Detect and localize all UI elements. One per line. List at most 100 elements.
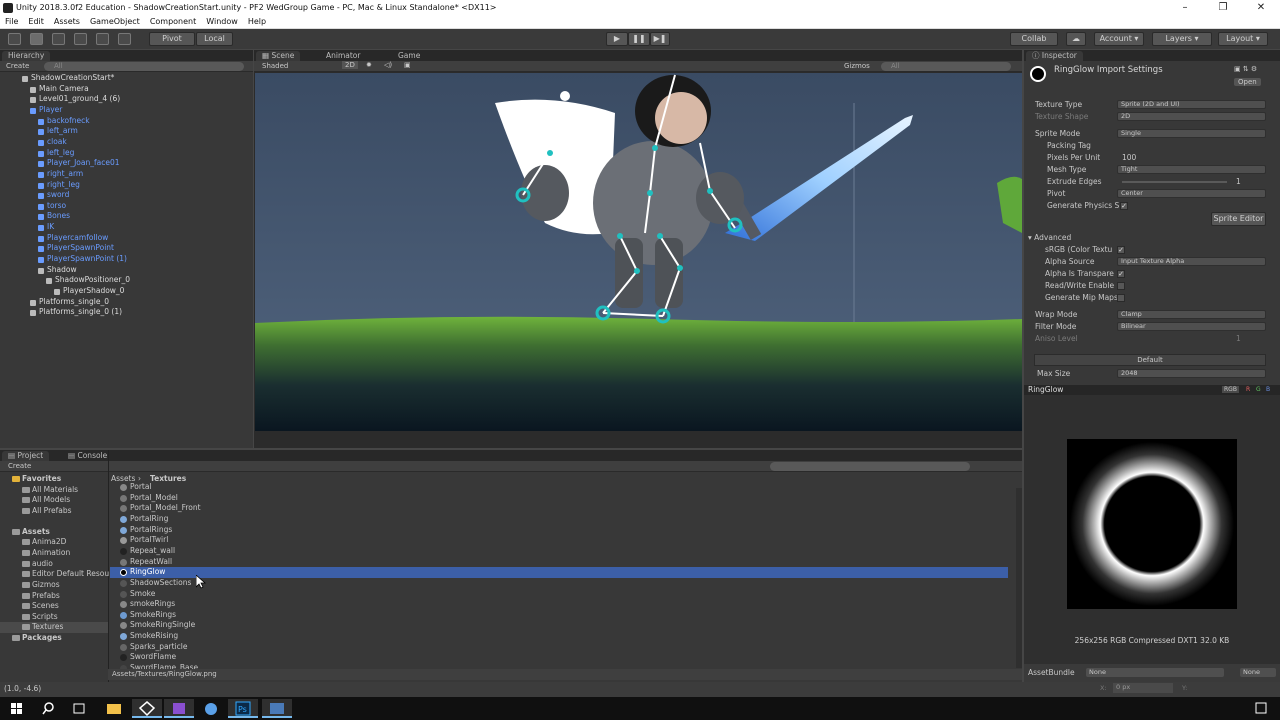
- play-button[interactable]: ▶: [606, 32, 628, 46]
- inspector-dropdown[interactable]: Single: [1117, 129, 1266, 138]
- menu-help[interactable]: Help: [243, 16, 271, 28]
- file-item[interactable]: RingGlow: [110, 567, 1008, 578]
- hierarchy-item[interactable]: Main Camera: [0, 84, 253, 95]
- file-item[interactable]: Portal_Model_Front: [110, 503, 1008, 514]
- channel-g[interactable]: G: [1256, 386, 1261, 393]
- tab-console[interactable]: ▤ Console: [62, 451, 113, 461]
- asset-folder[interactable]: Anima2D: [0, 537, 108, 548]
- local-toggle[interactable]: Local: [196, 32, 233, 46]
- channel-rgb[interactable]: RGB: [1222, 386, 1239, 393]
- favorite-item[interactable]: All Models: [0, 495, 108, 506]
- channel-b[interactable]: B: [1266, 386, 1270, 393]
- extrude-slider[interactable]: [1122, 181, 1227, 183]
- task-view-icon[interactable]: [64, 699, 94, 718]
- layout-dropdown[interactable]: Layout ▾: [1218, 32, 1268, 46]
- advanced-foldout[interactable]: ▾ Advanced: [1028, 233, 1071, 242]
- status-x-field[interactable]: 0 px: [1113, 683, 1173, 693]
- gizmos-dropdown[interactable]: Gizmos: [844, 62, 870, 70]
- menu-component[interactable]: Component: [145, 16, 201, 28]
- asset-folder[interactable]: Prefabs: [0, 591, 108, 602]
- pause-button[interactable]: ❚❚: [628, 32, 650, 46]
- menu-edit[interactable]: Edit: [23, 16, 49, 28]
- asset-folder[interactable]: audio: [0, 559, 108, 570]
- move-tool-icon[interactable]: [30, 33, 43, 45]
- hierarchy-item[interactable]: Playercamfollow: [0, 233, 253, 244]
- project-scrollbar[interactable]: [1016, 488, 1022, 668]
- file-item[interactable]: SmokeRising: [110, 631, 1008, 642]
- file-item[interactable]: Portal_Model: [110, 493, 1008, 504]
- advanced-checkbox[interactable]: [1117, 282, 1125, 290]
- file-item[interactable]: Sparks_particle: [110, 642, 1008, 653]
- transform-tool-icon[interactable]: [118, 33, 131, 45]
- menu-window[interactable]: Window: [201, 16, 243, 28]
- app-taskbar-icon[interactable]: [262, 699, 292, 718]
- favorite-item[interactable]: All Materials: [0, 485, 108, 496]
- tab-project[interactable]: ▤ Project: [2, 451, 50, 461]
- inspector-dropdown[interactable]: Sprite (2D and UI): [1117, 100, 1266, 109]
- favorite-item[interactable]: All Prefabs: [0, 506, 108, 517]
- asset-folder[interactable]: Gizmos: [0, 580, 108, 591]
- asset-folder[interactable]: Animation: [0, 548, 108, 559]
- tab-scene[interactable]: ▦ Scene: [256, 51, 301, 61]
- lighting-toggle-icon[interactable]: ✹: [366, 61, 372, 69]
- packages-folder[interactable]: Packages: [0, 633, 108, 644]
- cloud-button[interactable]: ☁: [1066, 32, 1086, 46]
- minimize-button[interactable]: –: [1166, 0, 1204, 16]
- file-item[interactable]: PortalRings: [110, 525, 1008, 536]
- tab-hierarchy[interactable]: Hierarchy: [2, 51, 51, 61]
- file-item[interactable]: SmokeRings: [110, 610, 1008, 621]
- assetbundle-dropdown[interactable]: None: [1086, 668, 1224, 677]
- channel-r[interactable]: R: [1246, 386, 1250, 393]
- aniso-level-dropdown[interactable]: 1: [1236, 333, 1241, 345]
- notifications-icon[interactable]: [1246, 699, 1276, 718]
- rect-tool-icon[interactable]: [96, 33, 109, 45]
- tab-game[interactable]: Game: [392, 51, 426, 61]
- inspector-value[interactable]: 100: [1122, 152, 1136, 164]
- inspector-dropdown[interactable]: Tight: [1117, 165, 1266, 174]
- filter-mode-dropdown[interactable]: Bilinear: [1117, 322, 1266, 331]
- hierarchy-search[interactable]: All: [44, 62, 244, 71]
- file-item[interactable]: Smoke: [110, 589, 1008, 600]
- create-dropdown[interactable]: Create: [6, 62, 29, 70]
- collab-dropdown[interactable]: Collab: [1010, 32, 1058, 46]
- file-item[interactable]: smokeRings: [110, 599, 1008, 610]
- hierarchy-item[interactable]: IK: [0, 222, 253, 233]
- inspector-value[interactable]: 1: [1236, 176, 1241, 188]
- file-item[interactable]: PortalRing: [110, 514, 1008, 525]
- menu-file[interactable]: File: [0, 16, 23, 28]
- favorites-folder[interactable]: Favorites: [0, 474, 108, 485]
- maximize-button[interactable]: ❐: [1204, 0, 1242, 16]
- inspector-dropdown[interactable]: 2D: [1117, 112, 1266, 121]
- menu-assets[interactable]: Assets: [49, 16, 85, 28]
- asset-folder[interactable]: Scenes: [0, 601, 108, 612]
- alpha-source-dropdown[interactable]: Input Texture Alpha: [1117, 257, 1266, 266]
- rotate-tool-icon[interactable]: [52, 33, 65, 45]
- sprite-editor-button[interactable]: Sprite Editor: [1211, 212, 1266, 226]
- visual-studio-icon[interactable]: [164, 699, 194, 718]
- windows-start-icon[interactable]: [2, 699, 32, 718]
- search-icon[interactable]: [33, 699, 63, 718]
- hand-tool-icon[interactable]: [8, 33, 21, 45]
- platform-tab-default[interactable]: Default: [1034, 354, 1266, 366]
- scale-tool-icon[interactable]: [74, 33, 87, 45]
- close-button[interactable]: ✕: [1242, 0, 1280, 16]
- audio-toggle-icon[interactable]: ◁): [384, 61, 392, 69]
- asset-folder[interactable]: Textures: [0, 622, 108, 634]
- layers-dropdown[interactable]: Layers ▾: [1152, 32, 1212, 46]
- asset-folder[interactable]: Editor Default Resou: [0, 569, 109, 580]
- max-size-dropdown[interactable]: 2048: [1117, 369, 1266, 378]
- effects-toggle-icon[interactable]: ▣: [404, 61, 411, 69]
- tab-animator[interactable]: Animator: [320, 51, 366, 61]
- browser-icon[interactable]: [196, 699, 226, 718]
- advanced-checkbox[interactable]: ✓: [1117, 270, 1125, 278]
- project-search[interactable]: [770, 462, 970, 471]
- file-item[interactable]: Repeat_wall: [110, 546, 1008, 557]
- inspector-settings-icon[interactable]: ▣ ⇅ ⚙: [1234, 65, 1257, 73]
- file-item[interactable]: PortalTwirl: [110, 535, 1008, 546]
- file-explorer-icon[interactable]: [99, 699, 129, 718]
- hierarchy-item[interactable]: Bones: [0, 211, 253, 222]
- file-item[interactable]: Portal: [110, 482, 1008, 493]
- open-button[interactable]: Open: [1234, 78, 1261, 86]
- step-button[interactable]: ▶❚: [650, 32, 670, 46]
- advanced-checkbox[interactable]: ✓: [1117, 246, 1125, 254]
